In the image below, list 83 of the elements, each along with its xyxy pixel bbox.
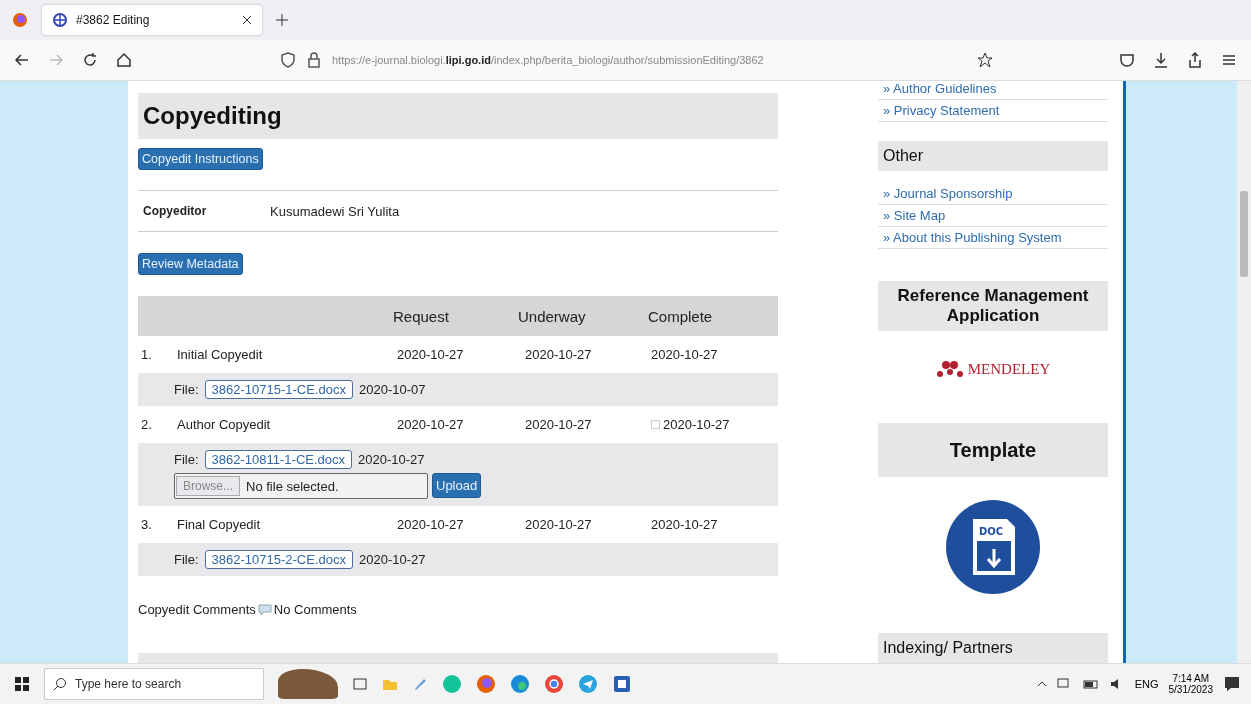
file-status: No file selected.: [246, 478, 339, 494]
copyeditor-label: Copyeditor: [143, 204, 208, 219]
file-link[interactable]: 3862-10715-1-CE.docx: [204, 380, 353, 400]
table-cell-text: 2020-10-27: [525, 517, 593, 533]
language-indicator[interactable]: ENG: [1134, 678, 1159, 690]
sidebar-header: Other: [878, 141, 1108, 171]
file-date: 2020-10-27: [358, 452, 425, 468]
clock-time: 7:14 AM: [1172, 673, 1210, 684]
copyeditor-name: Kusumadewi Sri Yulita: [270, 203, 400, 219]
file-date: 2020-10-27: [359, 552, 426, 568]
column-header: Underway: [518, 307, 587, 325]
table-cell: 2020-10-27: [663, 417, 730, 433]
review-metadata-button[interactable]: Review Metadata: [138, 253, 243, 276]
sidebar-link[interactable]: » Site Map: [878, 205, 1108, 227]
menu-icon[interactable]: [1221, 52, 1237, 68]
column-header: Request: [393, 307, 450, 325]
row-number: 3.: [141, 517, 153, 533]
taskbar-search-field[interactable]: Type here to search: [44, 668, 264, 700]
mendeley-logo[interactable]: MENDELEY: [878, 359, 1108, 379]
firefox-icon[interactable]: [476, 674, 496, 694]
column-header: Complete: [648, 307, 714, 325]
home-icon[interactable]: [116, 52, 132, 68]
reload-icon[interactable]: [82, 52, 98, 68]
section-heading: Copyediting: [143, 101, 282, 130]
task-name: Author Copyedit: [177, 417, 272, 433]
edge-icon[interactable]: [510, 674, 530, 694]
lock-icon: [306, 52, 322, 68]
sidebar-link[interactable]: » Author Guidelines: [878, 81, 1108, 100]
comments-value: No Comments: [273, 602, 357, 618]
table-cell: 2020-10-27: [651, 517, 718, 533]
file-label: File:: [174, 552, 199, 568]
address-bar[interactable]: https://e-journal.biologi.lipi.go.id/index.php/berita_biologi/author/submissionEditing/3862: [332, 54, 764, 66]
close-icon[interactable]: [242, 15, 252, 25]
sidebar-header: Reference Management Application: [878, 281, 1108, 331]
browser-logo-icon[interactable]: [12, 12, 28, 28]
chrome-icon[interactable]: [544, 674, 564, 694]
task-name: Initial Copyedit: [177, 347, 264, 363]
back-arrow-icon[interactable]: [14, 52, 30, 68]
animal-picture: [278, 669, 338, 699]
sidebar-link[interactable]: » Privacy Statement: [878, 100, 1108, 122]
clock-date: 5/31/2023: [1168, 684, 1213, 695]
file-input[interactable]: Browse... No file selected.: [174, 473, 428, 500]
clock[interactable]: 7:14 AM 5/31/2023: [1168, 673, 1213, 695]
tab-title: #3862 Editing: [76, 13, 151, 27]
file-link[interactable]: 3862-10715-2-CE.docx: [204, 550, 353, 570]
scrollbar-thumb[interactable]: [1240, 191, 1248, 277]
file-label: File:: [174, 452, 199, 468]
logo-text: MENDELEY: [967, 360, 1051, 378]
telegram-icon[interactable]: [578, 674, 598, 694]
sidebar-link[interactable]: » Journal Sponsorship: [878, 183, 1108, 205]
pocket-icon[interactable]: [1119, 52, 1135, 68]
sidebar-header: Indexing/ Partners: [878, 633, 1108, 663]
task-name: Final Copyedit: [177, 517, 262, 533]
star-icon[interactable]: [977, 52, 993, 68]
windows-logo-icon[interactable]: [14, 676, 30, 692]
file-label: File:: [174, 382, 199, 398]
row-number: 1.: [141, 347, 153, 363]
download-icon[interactable]: [1153, 52, 1169, 68]
task-view-icon[interactable]: [352, 676, 368, 692]
sidebar-link[interactable]: » About this Publishing System: [878, 227, 1108, 249]
search-icon: [53, 677, 67, 691]
file-date: 2020-10-07: [359, 382, 426, 398]
shield-icon: [280, 52, 296, 68]
plus-icon[interactable]: [276, 14, 288, 26]
caret-up-icon[interactable]: [1036, 679, 1047, 689]
copyedit-instructions-button[interactable]: Copyedit Instructions: [138, 147, 263, 170]
share-icon[interactable]: [1187, 52, 1203, 68]
file-link[interactable]: 3862-10811-1-CE.docx: [204, 450, 352, 470]
upload-button[interactable]: Upload: [432, 473, 482, 499]
browser-tab[interactable]: #3862 Editing: [42, 5, 262, 35]
globe-icon: [52, 12, 68, 28]
notification-icon[interactable]: [1223, 675, 1241, 693]
sidebar-header: Template: [878, 423, 1108, 477]
row-number: 2.: [141, 417, 153, 433]
table-cell-text: 2020-10-27: [525, 347, 593, 363]
table-cell-text: 2020-10-27: [397, 417, 465, 433]
comments-label: Copyedit Comments: [138, 602, 256, 618]
table-cell-text: 2020-10-27: [397, 517, 465, 533]
search-placeholder: Type here to search: [75, 677, 182, 691]
table-cell-text: 2020-10-27: [525, 417, 593, 433]
document-download-icon[interactable]: DOC: [945, 499, 1041, 595]
table-cell: 2020-10-27: [651, 347, 718, 363]
table-cell-text: 2020-10-27: [397, 347, 465, 363]
